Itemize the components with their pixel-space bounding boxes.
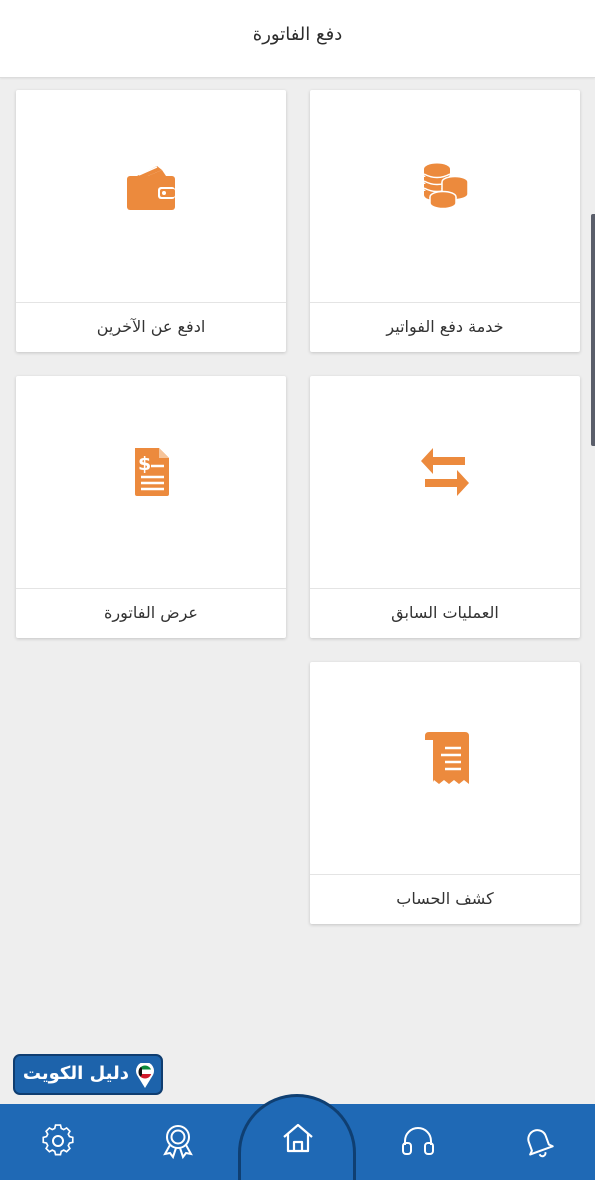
transfer-arrows-icon xyxy=(421,448,469,496)
nav-notifications[interactable] xyxy=(518,1121,558,1161)
nav-settings[interactable] xyxy=(38,1121,78,1161)
receipt-icon xyxy=(425,732,469,784)
card-label: العمليات السابق xyxy=(391,603,499,622)
page-title: دفع الفاتورة xyxy=(252,24,343,45)
card-account-statement[interactable]: كشف الحساب xyxy=(310,662,580,924)
bell-icon xyxy=(527,1129,554,1158)
card-label: عرض الفاتورة xyxy=(104,603,198,622)
watermark-text: دليل الكويت xyxy=(22,1063,129,1084)
card-previous-transactions[interactable]: العمليات السابق xyxy=(310,376,580,638)
headset-icon xyxy=(402,1127,434,1155)
card-divider xyxy=(16,302,286,303)
top-header: دفع الفاتورة xyxy=(0,0,595,78)
settings-icon xyxy=(42,1124,74,1156)
nav-home[interactable] xyxy=(278,1118,318,1158)
home-icon xyxy=(283,1123,313,1153)
award-icon xyxy=(163,1125,193,1160)
card-pay-for-others[interactable]: ادفع عن الآخرين xyxy=(16,90,286,352)
invoice-document-icon: $ xyxy=(135,448,169,496)
card-label: كشف الحساب xyxy=(396,889,494,908)
card-label: خدمة دفع الفواتير xyxy=(386,317,504,336)
wallet-icon xyxy=(127,166,175,210)
svg-text:$: $ xyxy=(138,453,151,475)
nav-support[interactable] xyxy=(398,1121,438,1161)
card-divider xyxy=(310,874,580,875)
scrollbar[interactable] xyxy=(591,214,595,446)
card-divider xyxy=(16,588,286,589)
card-divider xyxy=(310,588,580,589)
coins-icon xyxy=(423,163,469,210)
location-pin-icon xyxy=(136,1063,154,1088)
watermark-badge: دليل الكويت xyxy=(13,1054,163,1095)
card-bill-payment-service[interactable]: خدمة دفع الفواتير xyxy=(310,90,580,352)
card-label: ادفع عن الآخرين xyxy=(96,317,206,336)
card-divider xyxy=(310,302,580,303)
nav-rewards[interactable] xyxy=(158,1121,198,1161)
card-view-bill[interactable]: $ عرض الفاتورة xyxy=(16,376,286,638)
